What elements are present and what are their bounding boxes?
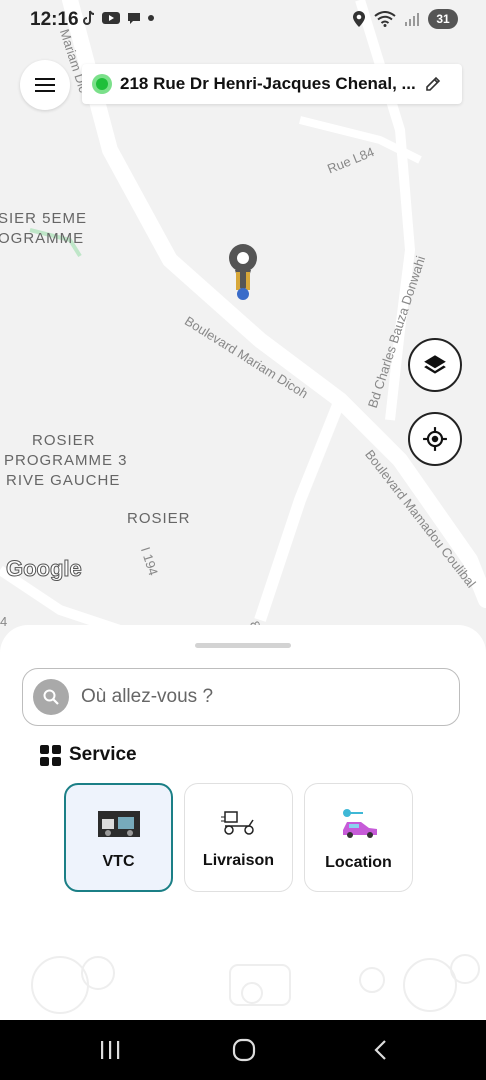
map-label-area: RIVE GAUCHE (6, 472, 121, 489)
road-label: 4 (0, 614, 8, 629)
sheet-drag-handle[interactable] (195, 643, 291, 648)
signal-icon (405, 13, 419, 26)
location-pin-icon (229, 244, 257, 300)
service-card-livraison[interactable]: Livraison (184, 783, 293, 892)
system-icons: 31 (352, 9, 458, 29)
service-options: VTC Livraison Location (64, 783, 413, 892)
android-navigation-bar (0, 1020, 486, 1080)
wifi-icon (374, 11, 396, 27)
map-label-area: PROGRAMME 3 (4, 452, 128, 469)
edit-pencil-icon[interactable] (424, 75, 442, 93)
my-location-button[interactable] (408, 412, 462, 466)
car-vtc-icon (97, 811, 140, 837)
service-card-vtc[interactable]: VTC (64, 783, 173, 892)
chat-icon (128, 13, 140, 24)
map-layers-button[interactable] (408, 338, 462, 392)
crosshair-icon (423, 427, 447, 451)
service-card-label: VTC (102, 853, 135, 870)
tiktok-icon (83, 10, 95, 25)
destination-search-input[interactable]: Où allez-vous ? (22, 668, 460, 726)
bottom-sheet: Où allez-vous ? Service VTC Livraison Lo… (0, 625, 486, 1020)
service-card-label: Location (325, 854, 392, 871)
back-icon[interactable] (370, 1038, 392, 1062)
service-label: Service (69, 744, 137, 765)
status-bar: 12:16 31 (0, 0, 486, 40)
online-status-indicator (92, 74, 112, 94)
map-label-area: SIER 5EME (0, 210, 88, 227)
menu-button[interactable] (20, 60, 70, 110)
delivery-scooter-icon (220, 811, 254, 835)
layers-icon (424, 355, 446, 374)
service-section-title: Service (40, 744, 137, 766)
search-icon (33, 679, 69, 715)
home-icon[interactable] (231, 1038, 257, 1062)
youtube-icon (102, 12, 120, 24)
search-placeholder: Où allez-vous ? (81, 686, 214, 707)
service-card-location[interactable]: Location (304, 783, 413, 892)
current-address-bar[interactable]: 218 Rue Dr Henri-Jacques Chenal, ... (82, 64, 462, 104)
map-label-area: ROSIER (127, 510, 191, 527)
location-status-icon (353, 11, 365, 27)
map-label-area: ROSIER (32, 432, 96, 449)
notification-icons (82, 10, 154, 26)
status-time: 12:16 (30, 9, 79, 30)
map-label-area: OGRAMME (0, 230, 85, 247)
current-address: 218 Rue Dr Henri-Jacques Chenal, ... (120, 74, 416, 93)
car-rental-key-icon (342, 809, 377, 838)
hamburger-menu-icon (35, 78, 55, 92)
google-logo: Google (6, 556, 83, 582)
grid-icon (40, 744, 61, 766)
battery-indicator: 31 (428, 9, 458, 29)
service-card-label: Livraison (202, 852, 275, 869)
background-doodles (31, 954, 480, 1014)
more-notifications-dot (148, 15, 154, 21)
recent-apps-icon[interactable] (98, 1038, 122, 1062)
